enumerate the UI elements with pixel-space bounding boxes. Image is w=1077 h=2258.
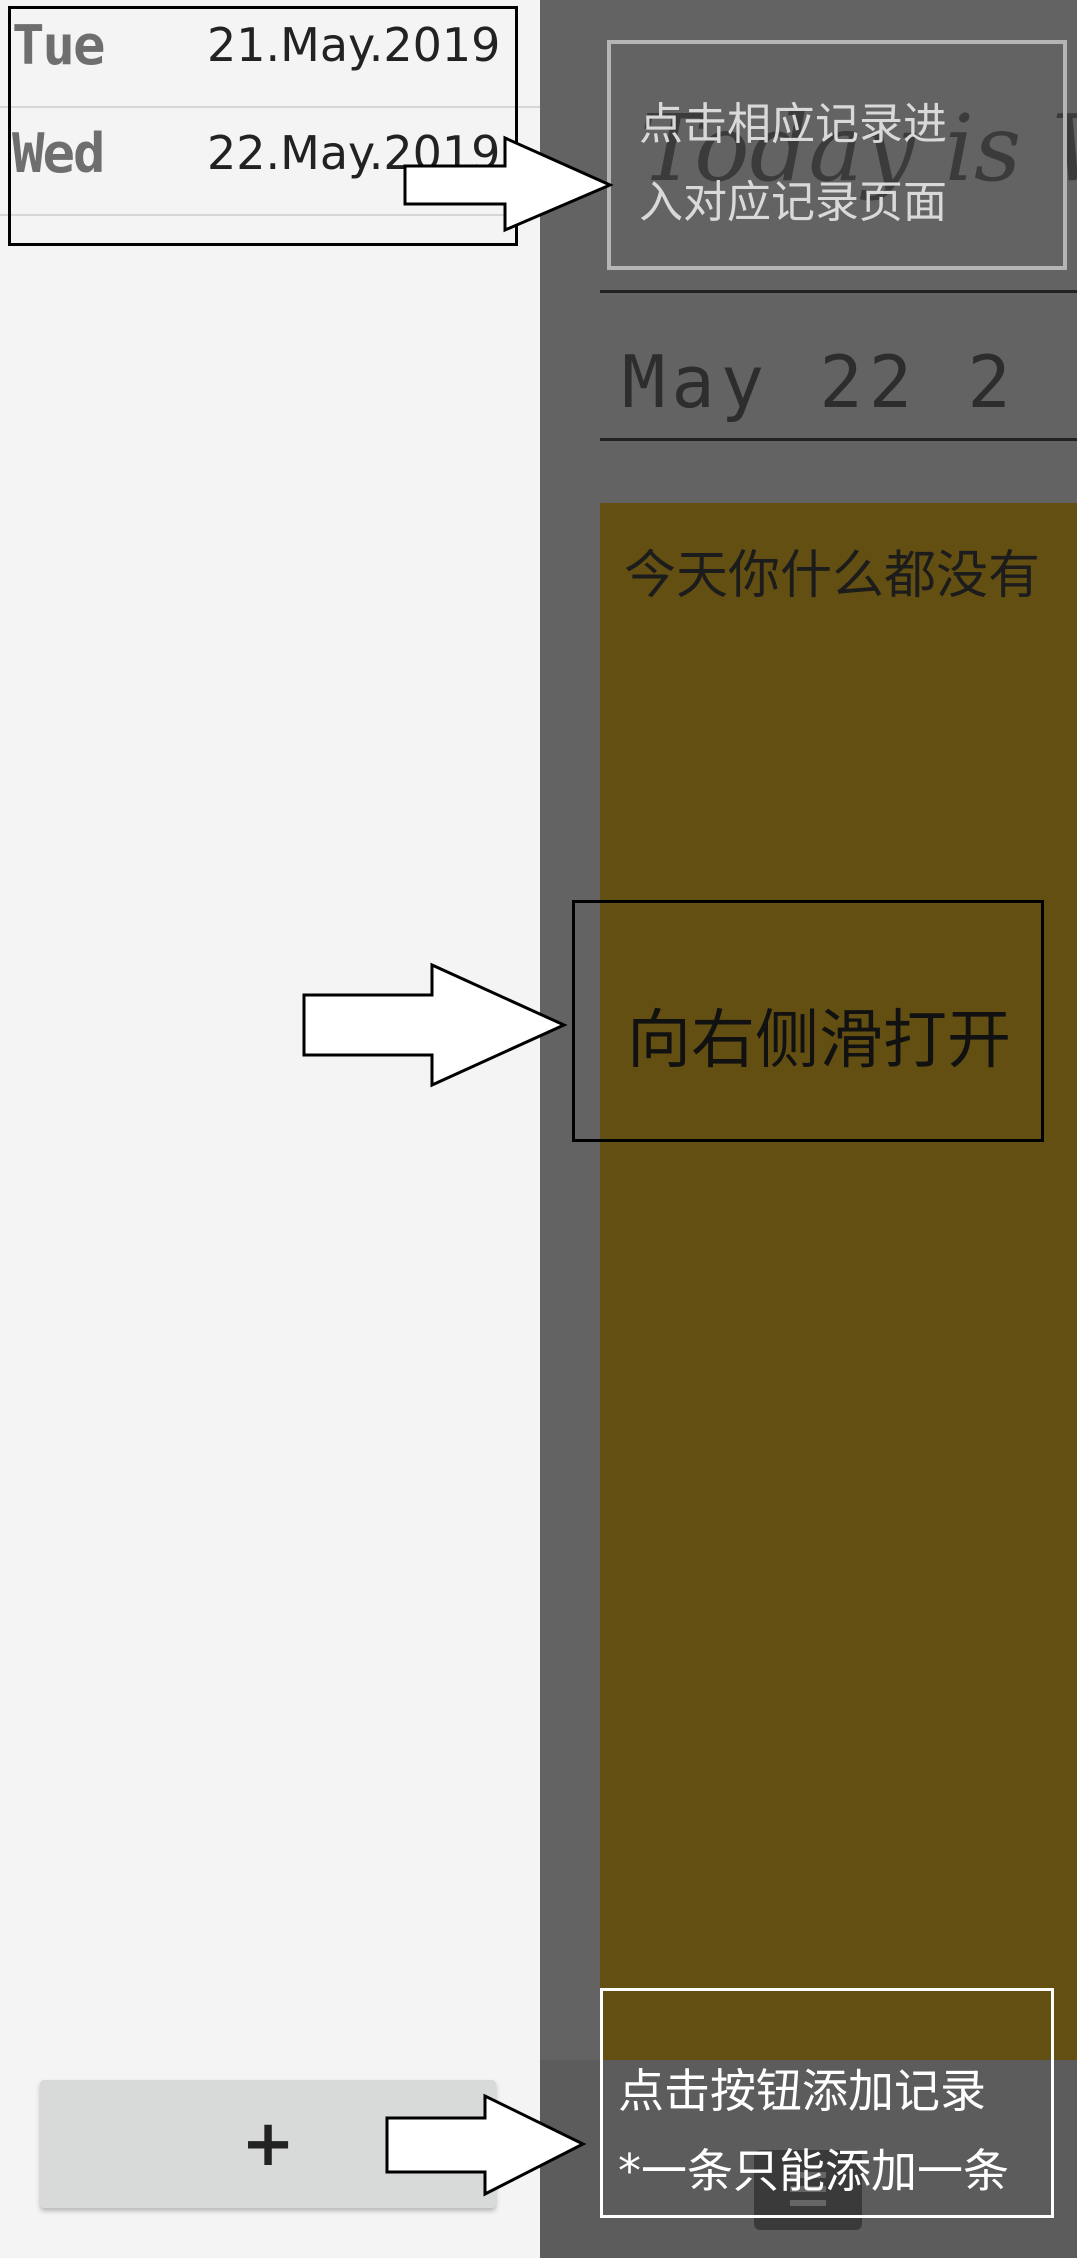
annotation-text: 入对应记录页面 xyxy=(639,177,947,228)
divider xyxy=(600,438,1077,441)
annotation-text: 点击相应记录进 xyxy=(639,99,947,150)
arrow-right-icon xyxy=(302,962,568,1088)
date-display: May 22 2 xyxy=(622,340,1017,424)
annotation-box-add: 点击按钮添加记录 *一条只能添加一条 xyxy=(600,1988,1054,2218)
annotation-box-tap-record: 点击相应记录进 入对应记录页面 xyxy=(607,40,1067,270)
annotation-text: *一条只能添加一条 xyxy=(618,2144,1009,2198)
note-text: 今天你什么都没有 xyxy=(624,546,1041,606)
divider xyxy=(600,290,1077,293)
annotation-text: 点击按钮添加记录 xyxy=(618,2064,986,2118)
arrow-right-icon xyxy=(403,135,614,233)
arrow-right-icon xyxy=(385,2093,587,2197)
annotation-text: 向右侧滑打开 xyxy=(627,1004,1011,1078)
note-area[interactable]: 今天你什么都没有 xyxy=(600,503,1077,2063)
navigation-drawer: Tue 21.May.2019 Wed 22.May.2019 + xyxy=(0,0,540,2258)
annotation-box-swipe: 向右侧滑打开 xyxy=(572,900,1044,1142)
